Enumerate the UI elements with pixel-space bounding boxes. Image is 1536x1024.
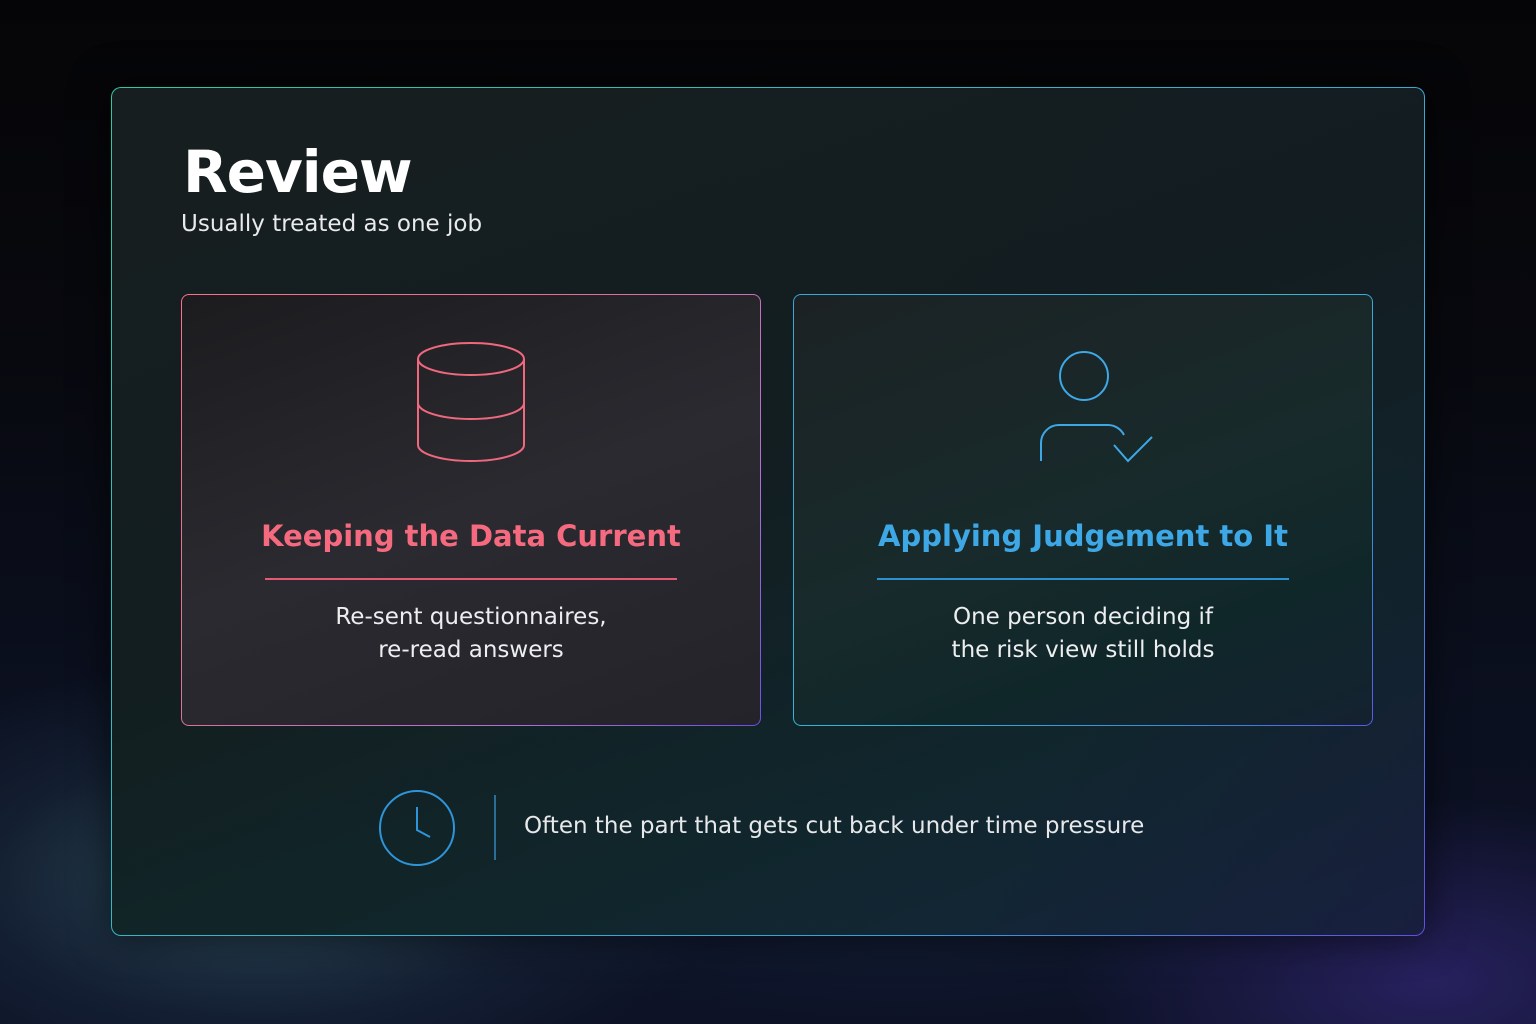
page-title: Review [183, 138, 413, 206]
card-description: Re-sent questionnaires, re-read answers [182, 601, 760, 667]
database-icon [415, 341, 527, 471]
card-divider [265, 578, 677, 580]
clock-icon [378, 789, 456, 871]
card-description-line: re-read answers [378, 637, 564, 663]
user-check-icon [1038, 349, 1154, 471]
footer-note: Often the part that gets cut back under … [524, 813, 1145, 839]
card-title: Keeping the Data Current [261, 519, 681, 553]
card-description: One person deciding if the risk view sti… [794, 601, 1372, 667]
card-judgement: Applying Judgement to It One person deci… [793, 294, 1373, 726]
card-description-line: One person deciding if [952, 604, 1214, 630]
footer-divider [494, 795, 496, 860]
page-subtitle: Usually treated as one job [181, 211, 483, 237]
card-description-line: the risk view still holds [951, 637, 1215, 663]
card-divider [877, 578, 1289, 580]
card-description-line: Re-sent questionnaires, [335, 604, 607, 630]
card-data-current: Keeping the Data Current Re-sent questio… [181, 294, 761, 726]
card-title: Applying Judgement to It [878, 519, 1288, 553]
